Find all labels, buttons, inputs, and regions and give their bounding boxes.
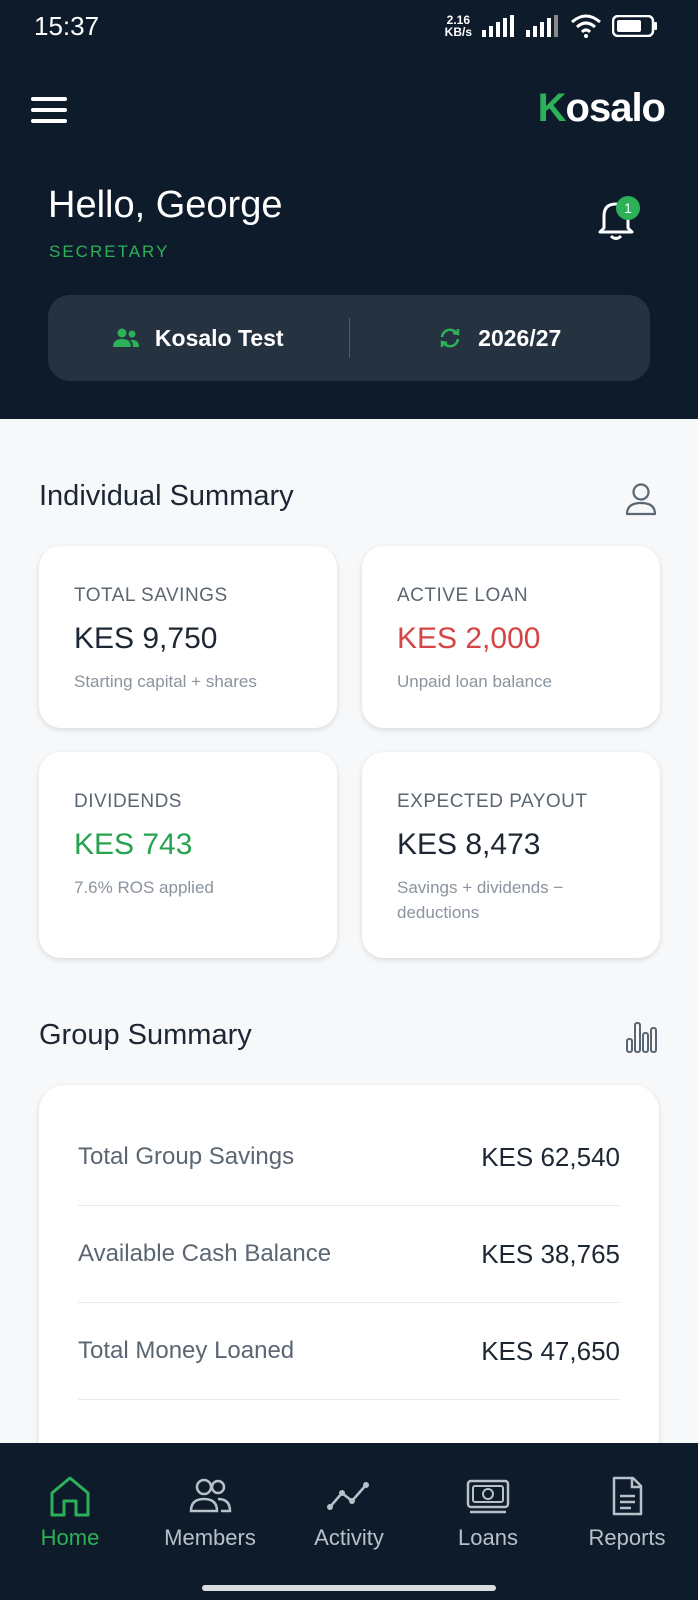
activity-icon — [327, 1482, 369, 1510]
card-note: Unpaid loan balance — [397, 672, 553, 691]
profile-button[interactable] — [625, 482, 657, 521]
network-speed: 2.16 KB/s — [445, 14, 472, 38]
row-value: KES 38,765 — [481, 1238, 620, 1269]
nav-label: Home — [40, 1525, 100, 1550]
dividends-card[interactable]: DIVIDENDS KES 743 7.6% ROS applied — [39, 752, 337, 958]
group-row-money-loaned: Total Money Loaned KES 47,650 — [78, 1303, 620, 1400]
group-chart-button[interactable] — [626, 1019, 658, 1058]
reports-icon — [612, 1476, 643, 1516]
home-icon — [50, 1476, 90, 1517]
brand-logo: Kosalo — [537, 86, 666, 131]
network-speed-unit: KB/s — [444, 25, 472, 39]
greeting: Hello, George — [48, 184, 283, 226]
menu-icon[interactable] — [31, 97, 67, 123]
nav-home[interactable]: Home — [10, 1475, 130, 1551]
row-label: Total Money Loaned — [78, 1337, 295, 1364]
group-period-selector: Kosalo Test 2026/27 — [48, 295, 650, 381]
group-row-cash-balance: Available Cash Balance KES 38,765 — [78, 1206, 620, 1303]
app-header: 15:37 2.16 KB/s Kosalo Hello, George SEC… — [0, 0, 698, 419]
active-loan-card[interactable]: ACTIVE LOAN KES 2,000 Unpaid loan balanc… — [362, 546, 660, 728]
card-label: TOTAL SAVINGS — [74, 585, 228, 606]
battery-icon — [612, 15, 657, 37]
group-summary-card: Total Group Savings KES 62,540 Available… — [39, 1085, 659, 1485]
status-bar: 15:37 2.16 KB/s — [0, 0, 698, 52]
brand-name-rest: osalo — [565, 86, 666, 130]
signal-icon-secondary — [526, 15, 558, 37]
row-value: KES 47,650 — [481, 1335, 620, 1366]
notification-badge: 1 — [616, 196, 640, 220]
status-icons: 2.16 KB/s — [445, 14, 658, 38]
row-value: KES 62,540 — [481, 1141, 620, 1172]
members-icon — [189, 1478, 232, 1513]
wifi-icon — [571, 14, 601, 38]
card-note: Savings + dividends − deductions — [397, 878, 564, 922]
home-indicator[interactable] — [202, 1585, 496, 1591]
nav-label: Reports — [588, 1525, 666, 1550]
card-label: ACTIVE LOAN — [397, 585, 529, 606]
group-selector[interactable]: Kosalo Test — [48, 325, 349, 352]
nav-label: Members — [164, 1525, 256, 1550]
user-role: SECRETARY — [49, 242, 170, 261]
card-value: KES 2,000 — [397, 622, 541, 655]
individual-summary-title: Individual Summary — [39, 480, 294, 512]
card-note: Starting capital + shares — [74, 672, 257, 691]
notifications-button[interactable]: 1 — [596, 196, 640, 246]
total-savings-card[interactable]: TOTAL SAVINGS KES 9,750 Starting capital… — [39, 546, 337, 728]
nav-members[interactable]: Members — [150, 1475, 270, 1551]
loans-icon — [466, 1479, 510, 1514]
nav-loans[interactable]: Loans — [428, 1475, 548, 1551]
status-time: 15:37 — [34, 10, 100, 41]
card-note: 7.6% ROS applied — [74, 878, 214, 897]
period-label: 2026/27 — [478, 324, 562, 351]
nav-label: Activity — [314, 1525, 384, 1550]
card-value: KES 8,473 — [397, 828, 541, 861]
signal-icon — [482, 15, 514, 37]
period-selector[interactable]: 2026/27 — [350, 325, 651, 352]
nav-label: Loans — [458, 1525, 518, 1550]
card-label: DIVIDENDS — [74, 791, 182, 812]
card-value: KES 743 — [74, 828, 193, 861]
group-row-total-savings: Total Group Savings KES 62,540 — [78, 1109, 620, 1206]
row-label: Total Group Savings — [78, 1143, 295, 1170]
bottom-navigation: Home Members Activity Loans Reports — [0, 1443, 698, 1600]
nav-activity[interactable]: Activity — [289, 1475, 409, 1551]
expected-payout-card[interactable]: EXPECTED PAYOUT KES 8,473 Savings + divi… — [362, 752, 660, 958]
row-label: Available Cash Balance — [78, 1240, 332, 1267]
group-summary-title: Group Summary — [39, 1019, 252, 1051]
user-icon — [625, 483, 657, 516]
refresh-icon — [440, 328, 460, 348]
card-value: KES 9,750 — [74, 622, 218, 655]
nav-reports[interactable]: Reports — [567, 1475, 687, 1551]
brand-initial: K — [537, 86, 567, 130]
card-label: EXPECTED PAYOUT — [397, 791, 588, 812]
bar-chart-icon — [626, 1022, 657, 1053]
group-name: Kosalo Test — [154, 324, 284, 351]
group-icon — [112, 328, 139, 347]
